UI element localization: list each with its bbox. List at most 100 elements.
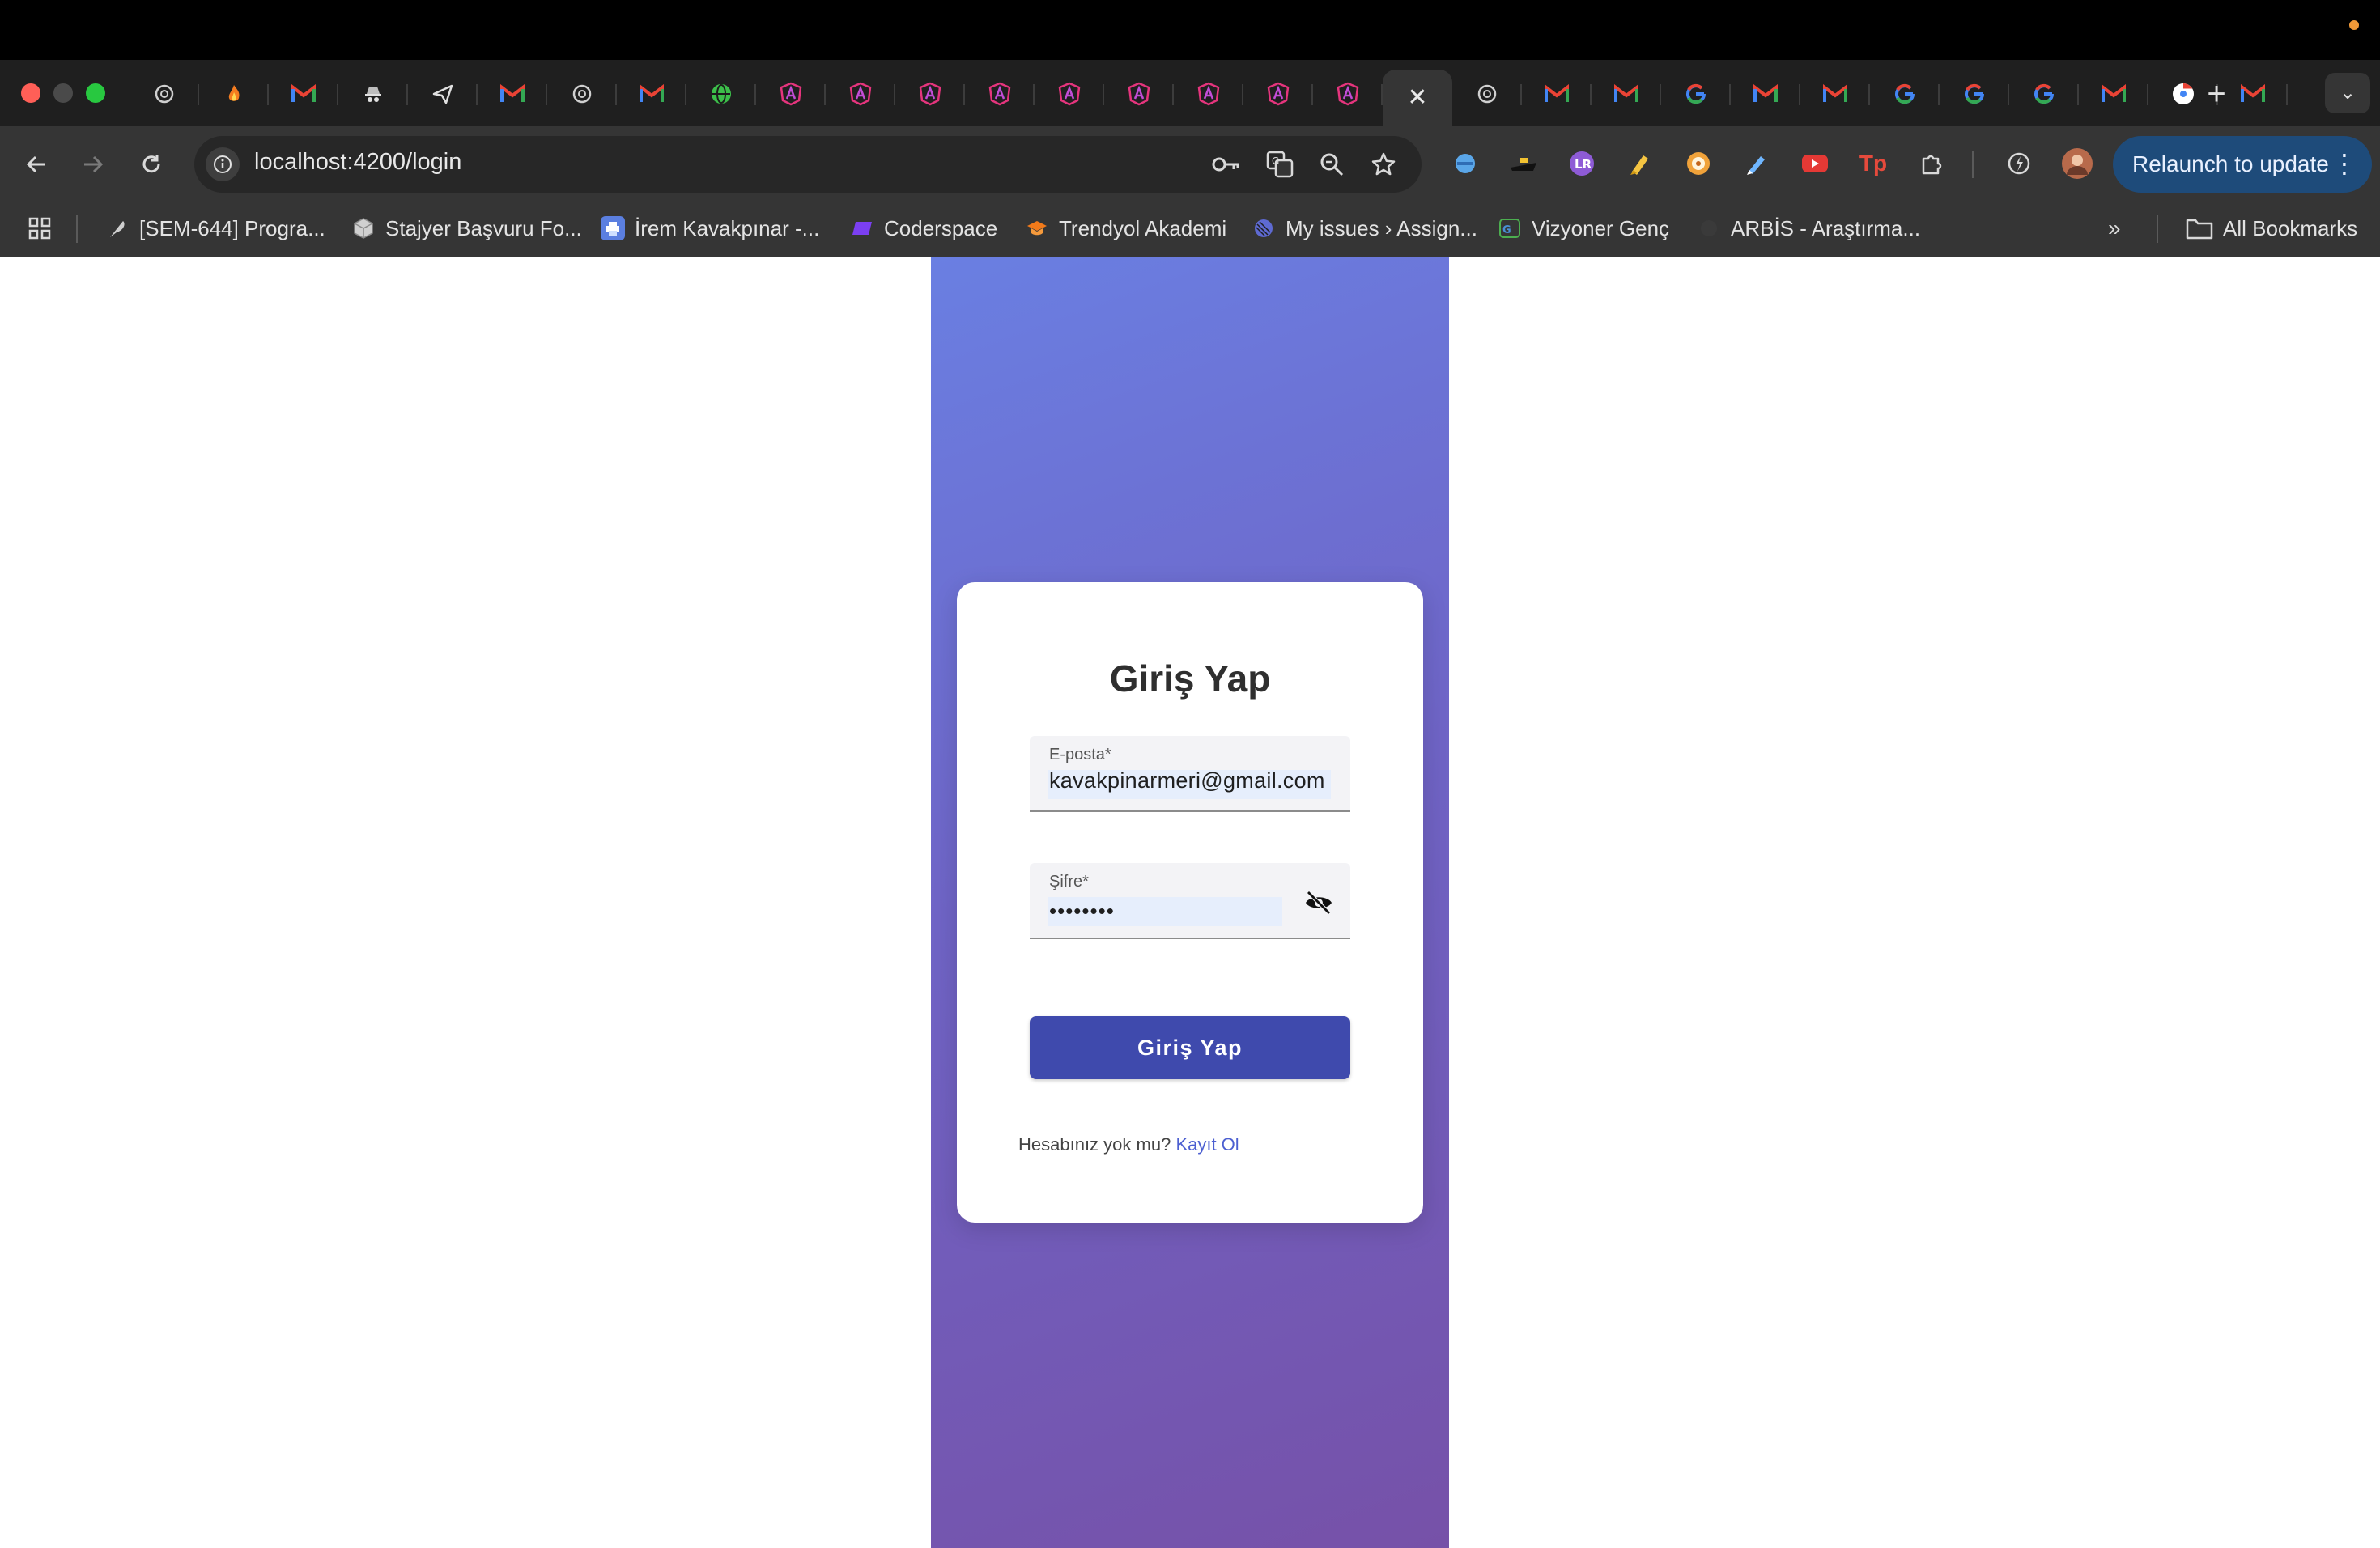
tab[interactable] [1243, 70, 1313, 118]
linear-icon [1252, 216, 1276, 240]
highlighter-icon [1630, 155, 1648, 175]
login-submit-button[interactable]: Giriş Yap [1030, 1016, 1350, 1079]
google-icon [1684, 82, 1708, 106]
more-bookmarks-button[interactable]: » [2108, 212, 2121, 245]
extension-button[interactable] [1624, 147, 1656, 180]
tab[interactable] [1592, 70, 1661, 118]
bookmark-item[interactable]: G Vizyoner Genç [1498, 212, 1669, 245]
extension-button[interactable] [1507, 147, 1540, 180]
key-icon [1212, 157, 1239, 172]
tab[interactable] [2079, 70, 2148, 118]
more-vertical-icon[interactable]: ⋮ [2331, 147, 2357, 180]
tab[interactable] [1731, 70, 1800, 118]
bookmark-item[interactable]: Coderspace [850, 212, 997, 245]
tab[interactable] [547, 70, 617, 118]
new-tab-button[interactable]: + [2199, 76, 2234, 112]
window-zoom-button[interactable] [86, 83, 105, 103]
tab[interactable] [1800, 70, 1870, 118]
tab[interactable] [2009, 70, 2079, 118]
bookmark-item[interactable]: Trendyol Akademi [1025, 212, 1226, 245]
tab[interactable] [338, 70, 408, 118]
tab[interactable] [1940, 70, 2009, 118]
extension-button[interactable] [1449, 147, 1481, 180]
feather-icon [105, 216, 130, 240]
google-icon [1893, 82, 1917, 106]
zoom-button[interactable] [1316, 149, 1347, 180]
cube-icon [351, 216, 376, 240]
tab[interactable] [1035, 70, 1104, 118]
angular-icon [1196, 82, 1221, 106]
password-field[interactable]: Şifre* •••••••• [1030, 863, 1350, 939]
star-icon [1371, 152, 1396, 176]
google-icon [1962, 82, 1987, 106]
tab[interactable] [1174, 70, 1243, 118]
bookmark-item[interactable]: My issues › Assign... [1252, 212, 1477, 245]
bookmark-item[interactable]: Stajyer Başvuru Fo... [351, 212, 582, 245]
extension-button[interactable] [1740, 147, 1773, 180]
bookmark-item[interactable]: İrem Kavakpınar -... [601, 212, 819, 245]
tab[interactable] [1661, 70, 1731, 118]
translate-button[interactable]: G [1264, 149, 1295, 180]
extensions-menu-button[interactable] [1915, 147, 1948, 180]
extension-button[interactable] [1682, 147, 1715, 180]
performance-button[interactable] [2003, 147, 2035, 180]
email-input[interactable]: kavakpinarmeri@gmail.com [1049, 768, 1325, 793]
coderspace-icon [850, 216, 874, 240]
signup-prompt-text: Hesabınız yok mu? [1018, 1134, 1171, 1155]
bookmark-label: Coderspace [884, 215, 998, 240]
tab[interactable] [130, 70, 199, 118]
google-icon [2032, 82, 2056, 106]
bookmark-star-button[interactable] [1368, 149, 1399, 180]
angular-icon [779, 82, 803, 106]
gmail-icon [1823, 82, 1847, 106]
window-close-button[interactable] [21, 83, 40, 103]
tab[interactable] [1452, 70, 1522, 118]
close-icon[interactable]: ✕ [1405, 86, 1430, 110]
flame-icon [222, 82, 246, 106]
tab[interactable] [1522, 70, 1592, 118]
tab[interactable] [199, 70, 269, 118]
svg-text:LR: LR [1575, 157, 1592, 172]
relaunch-update-button[interactable]: Relaunch to update ⋮ [2113, 136, 2372, 193]
tab[interactable] [686, 70, 756, 118]
password-key-button[interactable] [1211, 149, 1242, 180]
reload-button[interactable] [131, 144, 172, 185]
gmail-icon [1753, 82, 1778, 106]
tab[interactable] [895, 70, 965, 118]
tab[interactable] [1104, 70, 1174, 118]
tab[interactable] [756, 70, 826, 118]
tab[interactable] [1870, 70, 1940, 118]
tab[interactable] [478, 70, 547, 118]
tab-search-button[interactable]: ⌄ [2325, 73, 2370, 113]
tab[interactable] [408, 70, 478, 118]
tab[interactable] [269, 70, 338, 118]
gmail-icon [640, 82, 664, 106]
bookmark-item[interactable]: [SEM-644] Progra... [105, 212, 325, 245]
forward-button[interactable] [73, 144, 113, 185]
tab[interactable] [617, 70, 686, 118]
tab[interactable] [826, 70, 895, 118]
tab[interactable] [965, 70, 1035, 118]
bookmark-item[interactable]: ARBİS - Araştırma... [1697, 212, 1920, 245]
svg-text:G: G [1272, 155, 1279, 167]
window-minimize-button[interactable] [53, 83, 73, 103]
angular-icon [988, 82, 1012, 106]
tab[interactable] [1313, 70, 1383, 118]
puzzle-icon [1922, 155, 1942, 175]
profile-avatar-button[interactable] [2061, 147, 2093, 180]
apps-button[interactable] [28, 212, 52, 245]
password-input[interactable]: •••••••• [1049, 899, 1115, 924]
extension-button[interactable] [1799, 147, 1831, 180]
back-button[interactable] [16, 144, 57, 185]
email-field[interactable]: E-posta* kavakpinarmeri@gmail.com [1030, 736, 1350, 812]
all-bookmarks-button[interactable]: All Bookmarks [2186, 212, 2357, 245]
toggle-password-visibility-button[interactable] [1302, 886, 1336, 920]
tab-active[interactable]: ✕ [1383, 70, 1452, 126]
extension-button[interactable]: Tp [1857, 147, 1889, 180]
extension-button[interactable]: LR [1566, 147, 1598, 180]
password-label: Şifre* [1049, 873, 1089, 891]
url-text[interactable]: localhost:4200/login [254, 149, 461, 176]
site-info-button[interactable] [206, 147, 240, 181]
apps-grid-icon [28, 217, 51, 240]
signup-link[interactable]: Kayıt Ol [1175, 1134, 1239, 1155]
